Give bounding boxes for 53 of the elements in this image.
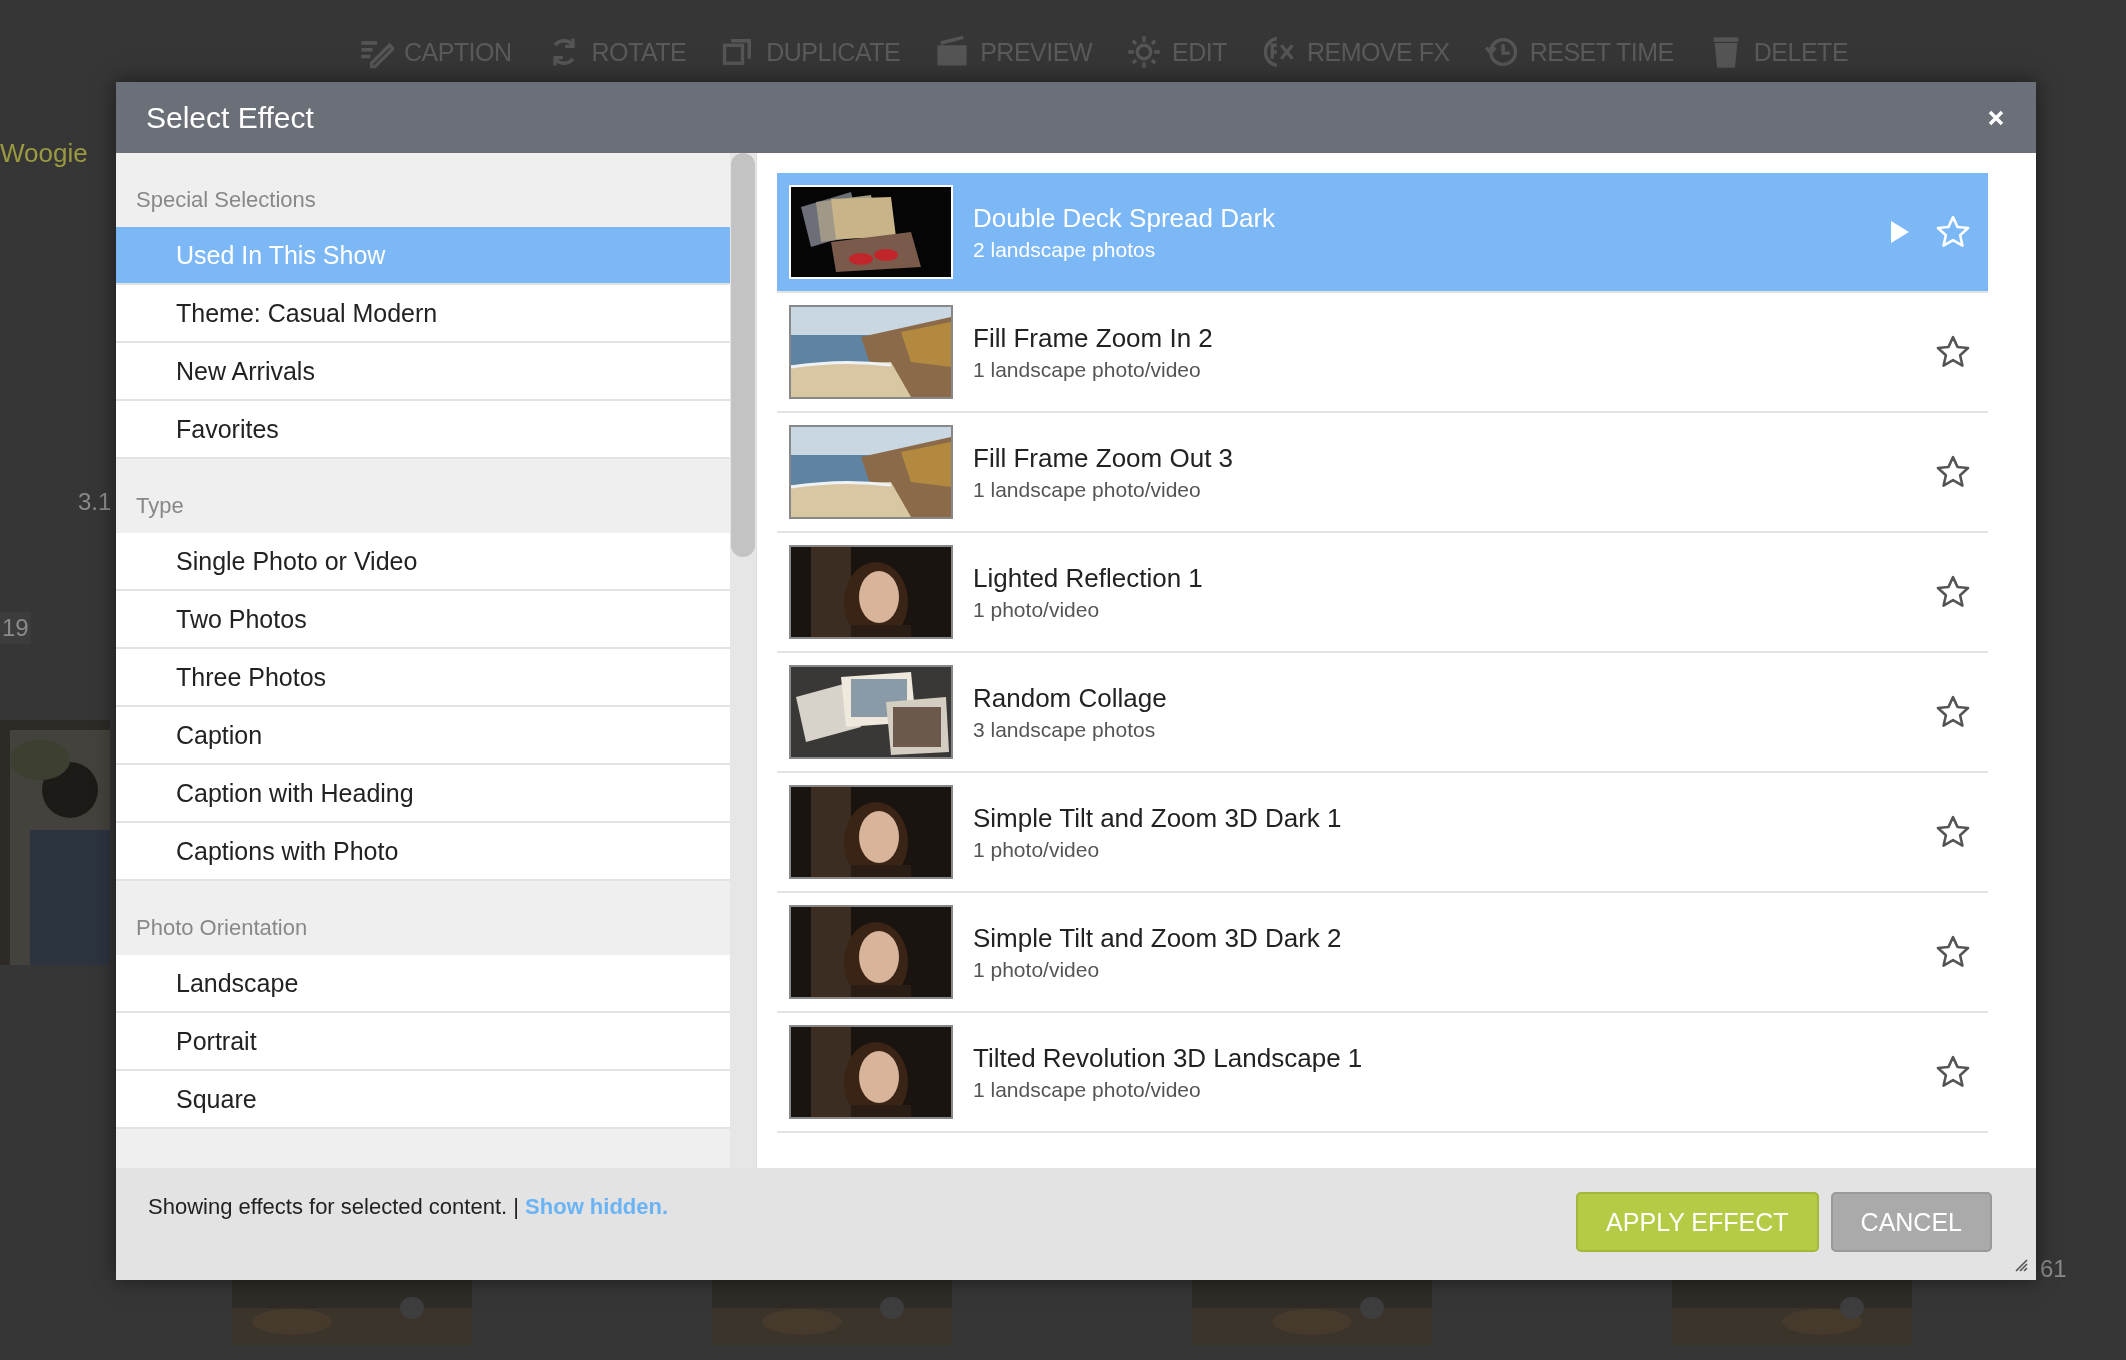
category-item[interactable]: Caption <box>116 707 730 765</box>
effect-row[interactable]: Fill Frame Zoom Out 3 1 landscape photo/video <box>777 413 1988 533</box>
category-item[interactable]: Favorites <box>116 401 730 459</box>
star-icon[interactable] <box>1936 815 1970 849</box>
category-item[interactable]: Three Photos <box>116 649 730 707</box>
effect-name: Fill Frame Zoom Out 3 <box>973 442 1235 474</box>
effect-description: 1 landscape photo/video <box>973 477 1202 502</box>
show-title: Woogie <box>0 138 88 169</box>
effect-description: 1 photo/video <box>973 837 1101 862</box>
duration-label: 3.1 <box>78 488 112 516</box>
star-icon[interactable] <box>1936 575 1970 609</box>
star-icon[interactable] <box>1936 1055 1970 1089</box>
slide-number: 19 <box>0 612 31 644</box>
effect-name: Simple Tilt and Zoom 3D Dark 2 <box>973 922 1343 954</box>
resize-grip-icon[interactable] <box>2014 1258 2028 1272</box>
effect-name: Random Collage <box>973 682 1168 714</box>
duration-label: 61 <box>2040 1255 2067 1283</box>
star-icon[interactable] <box>1936 215 1970 249</box>
category-item[interactable]: Two Photos <box>116 591 730 649</box>
effect-name: Double Deck Spread Dark <box>973 202 1277 234</box>
brightness-icon <box>1126 34 1162 70</box>
effect-row[interactable]: Lighted Reflection 1 1 photo/video <box>777 533 1988 653</box>
dialog-title: Select Effect <box>146 100 314 135</box>
effect-name: Lighted Reflection 1 <box>973 562 1204 594</box>
effect-row[interactable]: Simple Tilt and Zoom 3D Dark 2 1 photo/video <box>777 893 1988 1013</box>
star-icon[interactable] <box>1936 455 1970 489</box>
category-item[interactable]: New Arrivals <box>116 343 730 401</box>
effect-description: 1 photo/video <box>973 597 1101 622</box>
status-text: Showing effects for selected content. | Show hidden. <box>148 1194 669 1220</box>
effect-description: 1 photo/video <box>973 957 1101 982</box>
star-icon[interactable] <box>1936 335 1970 369</box>
category-item[interactable]: Portrait <box>116 1013 730 1071</box>
effect-row[interactable]: Simple Tilt and Zoom 3D Dark 1 1 photo/video <box>777 773 1988 893</box>
star-icon[interactable] <box>1936 935 1970 969</box>
effect-description: 2 landscape photos <box>973 237 1157 262</box>
category-item[interactable]: Single Photo or Video <box>116 533 730 591</box>
effect-name: Fill Frame Zoom In 2 <box>973 322 1214 354</box>
category-item[interactable]: Caption with Heading <box>116 765 730 823</box>
effect-description: 1 landscape photo/video <box>973 357 1202 382</box>
category-item[interactable]: Square <box>116 1071 730 1129</box>
star-icon[interactable] <box>1936 695 1970 729</box>
effect-row[interactable]: Random Collage 3 landscape photos <box>777 653 1988 773</box>
effect-row[interactable]: Tilted Revolution 3D Landscape 1 1 landscape photo/video <box>777 1013 1988 1133</box>
effect-description: 1 landscape photo/video <box>973 1077 1202 1102</box>
effect-name: Simple Tilt and Zoom 3D Dark 1 <box>973 802 1343 834</box>
effect-name: Tilted Revolution 3D Landscape 1 <box>973 1042 1364 1074</box>
category-item[interactable]: Captions with Photo <box>116 823 730 881</box>
category-item[interactable]: Theme: Casual Modern <box>116 285 730 343</box>
scrollbar-thumb[interactable] <box>731 153 755 557</box>
effect-row[interactable]: Fill Frame Zoom In 2 1 landscape photo/video <box>777 293 1988 413</box>
category-item[interactable]: Landscape <box>116 955 730 1013</box>
scrollbar[interactable] <box>730 153 756 1168</box>
effect-description: 3 landscape photos <box>973 717 1157 742</box>
